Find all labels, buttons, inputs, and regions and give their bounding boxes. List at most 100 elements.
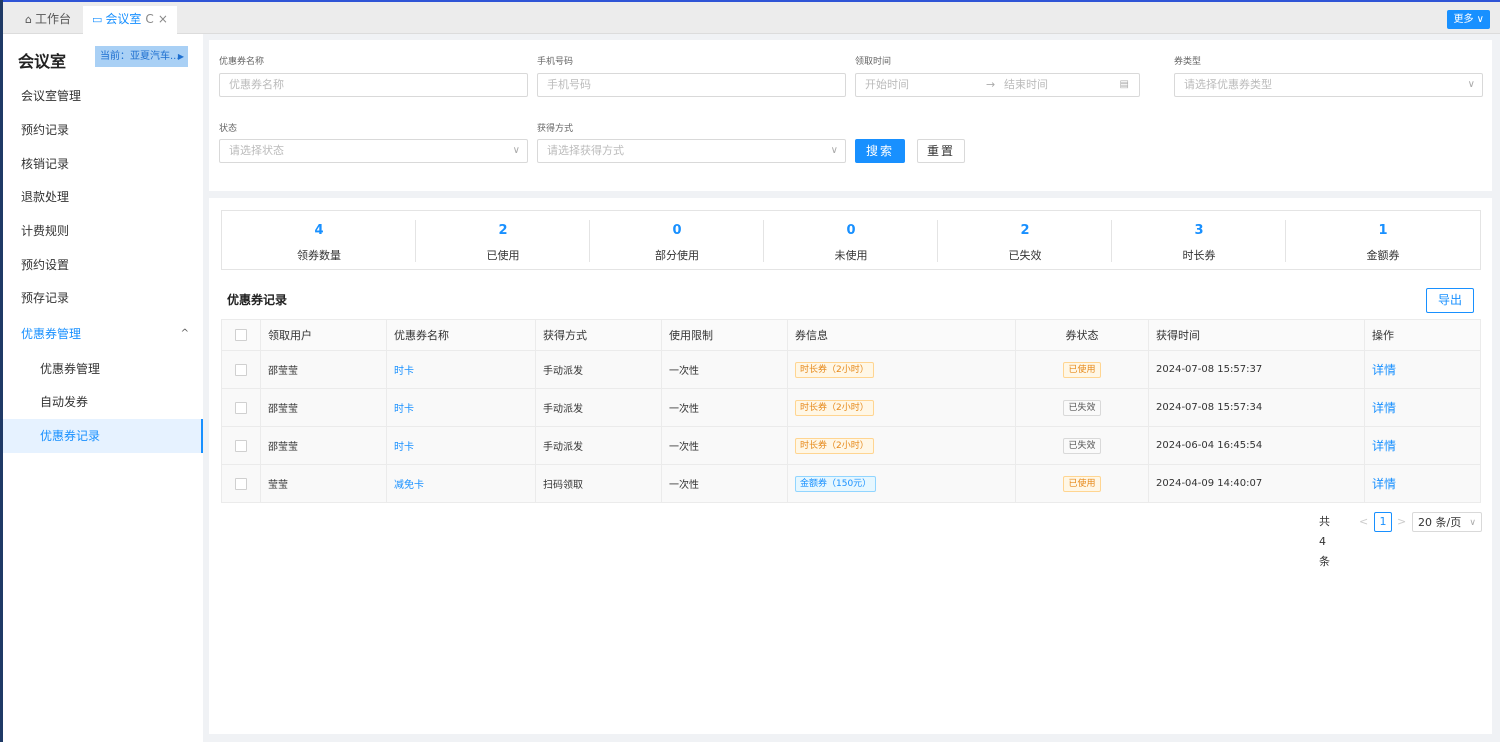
coupon-type-select[interactable]: 请选择优惠券类型 ∨ bbox=[1174, 73, 1483, 97]
chevron-down-icon: ∨ bbox=[512, 145, 520, 156]
cell-method: 扫码领取 bbox=[535, 465, 661, 502]
tab-workbench[interactable]: ⌂ 工作台 bbox=[17, 6, 79, 32]
sidebar-item-coupon-management[interactable]: 优惠券管理 bbox=[3, 352, 203, 386]
sidebar-item-auto-issue[interactable]: 自动发券 bbox=[3, 385, 203, 419]
coupon-name-placeholder: 优惠券名称 bbox=[229, 78, 284, 91]
stat-label: 已使用 bbox=[486, 249, 520, 262]
coupon-name-input[interactable]: 优惠券名称 bbox=[219, 73, 528, 97]
stat-amount-coupons: 1 金额券 bbox=[1286, 211, 1480, 269]
cell-time: 2024-06-04 16:45:54 bbox=[1148, 427, 1364, 464]
range-arrow-icon: → bbox=[986, 78, 996, 91]
table-row: 邵莹莹 时卡 手动派发 一次性 时长券（2小时） 已使用 2024-07-08 … bbox=[222, 350, 1480, 388]
coupon-name-link[interactable]: 减免卡 bbox=[394, 476, 424, 491]
tab-meeting-room[interactable]: ▭ 会议室 C × bbox=[83, 6, 177, 34]
cell-time: 2024-07-08 15:57:37 bbox=[1148, 351, 1364, 388]
coupon-name-link[interactable]: 时卡 bbox=[394, 362, 414, 377]
column-header: 券信息 bbox=[787, 320, 1015, 350]
detail-link[interactable]: 详情 bbox=[1372, 475, 1396, 492]
stat-value: 3 bbox=[1194, 223, 1204, 238]
table-row: 莹莹 减免卡 扫码领取 一次性 金额券（150元） 已使用 2024-04-09… bbox=[222, 464, 1480, 502]
sidebar-item-prepaid-records[interactable]: 预存记录 bbox=[3, 281, 203, 315]
more-button[interactable]: 更多 ∨ bbox=[1447, 10, 1490, 29]
stat-expired: 2 已失效 bbox=[938, 211, 1112, 269]
tab-meeting-room-label: 会议室 bbox=[105, 12, 142, 26]
stat-partially-used: 0 部分使用 bbox=[590, 211, 764, 269]
obtain-method-select[interactable]: 请选择获得方式 ∨ bbox=[537, 139, 846, 163]
coupon-info-tag: 时长券（2小时） bbox=[795, 399, 874, 416]
sidebar-item-booking-records[interactable]: 预约记录 bbox=[3, 113, 203, 147]
detail-link[interactable]: 详情 bbox=[1372, 437, 1396, 454]
chevron-up-icon: ^ bbox=[180, 328, 189, 339]
cell-time: 2024-04-09 14:40:07 bbox=[1148, 465, 1364, 502]
sidebar: 会议室 当前：亚夏汽车... ▶ 会议室管理 预约记录 核销记录 退款处理 计费… bbox=[3, 34, 203, 742]
table-row: 邵莹莹 时卡 手动派发 一次性 时长券（2小时） 已失效 2024-06-04 … bbox=[222, 426, 1480, 464]
page-1-button[interactable]: 1 bbox=[1374, 512, 1392, 532]
coupon-name-link[interactable]: 时卡 bbox=[394, 400, 414, 415]
cell-method: 手动派发 bbox=[535, 389, 661, 426]
row-checkbox[interactable] bbox=[235, 477, 247, 490]
stat-value: 4 bbox=[314, 223, 324, 238]
column-header: 获得方式 bbox=[535, 320, 661, 350]
status-select[interactable]: 请选择状态 ∨ bbox=[219, 139, 528, 163]
status-badge: 已使用 bbox=[1063, 475, 1101, 492]
cell-user: 邵莹莹 bbox=[260, 389, 386, 426]
status-badge: 已使用 bbox=[1063, 361, 1101, 378]
cell-method: 手动派发 bbox=[535, 427, 661, 464]
stat-value: 0 bbox=[846, 223, 856, 238]
cell-limit: 一次性 bbox=[661, 465, 787, 502]
obtain-method-label: 获得方式 bbox=[537, 124, 574, 134]
stat-unused: 0 未使用 bbox=[764, 211, 938, 269]
cell-limit: 一次性 bbox=[661, 351, 787, 388]
coupon-info-tag: 时长券（2小时） bbox=[795, 437, 874, 454]
export-button[interactable]: 导出 bbox=[1426, 288, 1474, 313]
section-title: 优惠券记录 bbox=[227, 293, 288, 307]
next-page-icon[interactable]: > bbox=[1397, 512, 1406, 532]
home-icon: ⌂ bbox=[25, 13, 32, 26]
search-button[interactable]: 搜索 bbox=[855, 139, 905, 163]
sidebar-title: 会议室 bbox=[18, 52, 67, 71]
current-location-label: 当前：亚夏汽车... bbox=[100, 51, 180, 62]
page-size-select[interactable]: 20 条/页 ∨ bbox=[1412, 512, 1482, 532]
row-checkbox[interactable] bbox=[235, 439, 247, 452]
coupon-info-tag: 时长券（2小时） bbox=[795, 361, 874, 378]
phone-placeholder: 手机号码 bbox=[547, 78, 591, 91]
coupon-name-label: 优惠券名称 bbox=[219, 57, 265, 67]
detail-link[interactable]: 详情 bbox=[1372, 361, 1396, 378]
reset-button[interactable]: 重置 bbox=[917, 139, 965, 163]
column-header: 优惠券名称 bbox=[386, 320, 535, 350]
coupon-type-label: 券类型 bbox=[1174, 57, 1202, 67]
stat-used: 2 已使用 bbox=[416, 211, 590, 269]
cell-limit: 一次性 bbox=[661, 389, 787, 426]
stat-label: 已失效 bbox=[1008, 249, 1042, 262]
row-checkbox[interactable] bbox=[235, 401, 247, 414]
sidebar-item-coupon-records[interactable]: 优惠券记录 bbox=[3, 419, 203, 453]
select-all-checkbox[interactable] bbox=[235, 329, 247, 341]
sidebar-item-verification-records[interactable]: 核销记录 bbox=[3, 147, 203, 181]
sidebar-item-billing-rules[interactable]: 计费规则 bbox=[3, 214, 203, 248]
more-button-label: 更多 bbox=[1453, 14, 1474, 25]
sidebar-item-room-management[interactable]: 会议室管理 bbox=[3, 79, 203, 113]
prev-page-icon[interactable]: < bbox=[1359, 512, 1368, 532]
cell-method: 手动派发 bbox=[535, 351, 661, 388]
sidebar-item-booking-settings[interactable]: 预约设置 bbox=[3, 248, 203, 282]
stat-label: 未使用 bbox=[834, 249, 868, 262]
cell-user: 邵莹莹 bbox=[260, 427, 386, 464]
stat-label: 时长券 bbox=[1182, 249, 1216, 262]
stat-total-claimed: 4 领券数量 bbox=[222, 211, 416, 269]
sidebar-item-refunds[interactable]: 退款处理 bbox=[3, 180, 203, 214]
chevron-down-icon: ∨ bbox=[1469, 518, 1476, 528]
cell-time: 2024-07-08 15:57:34 bbox=[1148, 389, 1364, 426]
coupon-name-link[interactable]: 时卡 bbox=[394, 438, 414, 453]
coupon-records-table: 领取用户 优惠券名称 获得方式 使用限制 券信息 券状态 获得时间 操作 邵莹莹… bbox=[221, 319, 1481, 503]
column-header: 使用限制 bbox=[661, 320, 787, 350]
current-location-selector[interactable]: 当前：亚夏汽车... ▶ bbox=[95, 46, 188, 67]
row-checkbox[interactable] bbox=[235, 363, 247, 376]
select-all-cell bbox=[222, 320, 260, 350]
sidebar-item-coupon-group[interactable]: 优惠券管理 ^ bbox=[3, 317, 203, 351]
phone-input[interactable]: 手机号码 bbox=[537, 73, 846, 97]
detail-link[interactable]: 详情 bbox=[1372, 399, 1396, 416]
column-header: 获得时间 bbox=[1148, 320, 1364, 350]
refresh-icon[interactable]: C bbox=[145, 12, 153, 26]
close-icon[interactable]: × bbox=[158, 12, 168, 26]
claim-time-range-picker[interactable]: 开始时间 → 结束时间 ▤ bbox=[855, 73, 1140, 97]
